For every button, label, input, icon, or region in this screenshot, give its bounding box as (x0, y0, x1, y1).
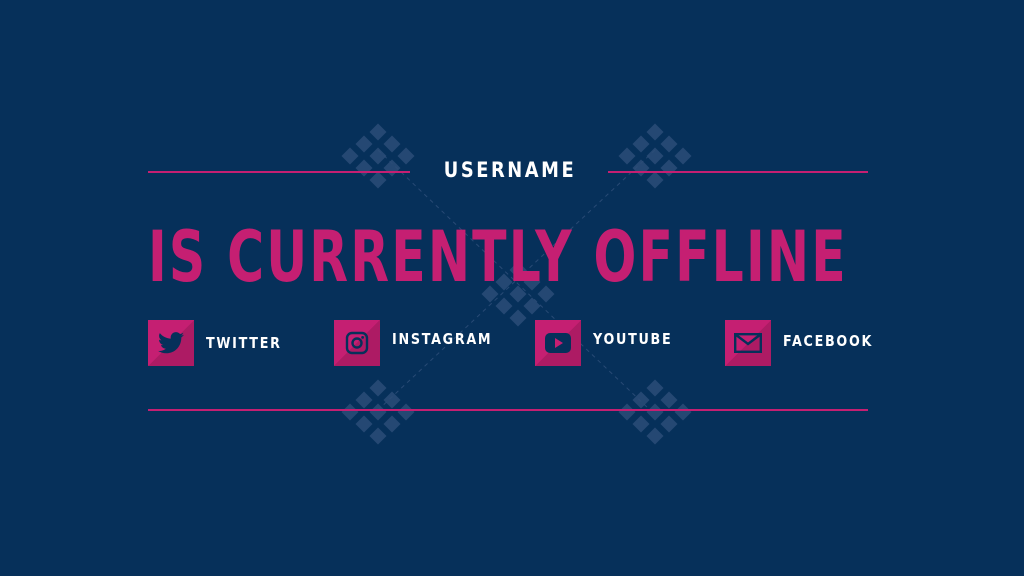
diamond-shape (646, 147, 664, 165)
diamond-shape (632, 415, 650, 433)
youtube-play-icon (535, 320, 581, 366)
diamond-shape (383, 415, 401, 433)
diamond-shape (646, 403, 664, 421)
twitter-bird-icon (148, 320, 194, 366)
diamond-shape (369, 123, 387, 141)
diamond-shape (341, 403, 359, 421)
diamond-shape (355, 159, 373, 177)
diamond-shape (383, 159, 401, 177)
instagram-label: INSTAGRAM (392, 330, 493, 348)
instagram-camera-icon (334, 320, 380, 366)
diamond-shape (660, 135, 678, 153)
facebook-label: FACEBOOK (783, 332, 874, 350)
offline-screen: USERNAME IS CURRENTLY OFFLINE TWITTER IN… (0, 0, 1024, 576)
social-facebook[interactable]: FACEBOOK (725, 320, 889, 366)
diamond-shape (660, 391, 678, 409)
diamond-shape (397, 403, 415, 421)
diamond-shape (369, 147, 387, 165)
social-instagram[interactable]: INSTAGRAM (334, 320, 510, 366)
diamond-shape (369, 171, 387, 189)
username-label: USERNAME (443, 158, 577, 182)
diamond-shape (632, 391, 650, 409)
diamond-shape (341, 147, 359, 165)
offline-headline: IS CURRENTLY OFFLINE (148, 216, 848, 298)
twitter-label: TWITTER (206, 334, 282, 352)
diamond-shape (646, 171, 664, 189)
mail-envelope-icon (725, 320, 771, 366)
diamond-shape (660, 415, 678, 433)
diamond-shape (397, 147, 415, 165)
diamond-shape (646, 379, 664, 397)
top-left-rule (148, 171, 410, 173)
diamond-shape (383, 135, 401, 153)
social-youtube[interactable]: YOUTUBE (535, 320, 686, 366)
diamond-shape (355, 391, 373, 409)
youtube-label: YOUTUBE (593, 330, 673, 348)
diamond-shape (369, 379, 387, 397)
bottom-rule (148, 409, 868, 411)
diamond-shape (646, 123, 664, 141)
diamond-shape (674, 147, 692, 165)
social-twitter[interactable]: TWITTER (148, 320, 295, 366)
diamond-shape (646, 427, 664, 445)
diamond-shape (632, 135, 650, 153)
top-right-rule (608, 171, 868, 173)
diamond-shape (369, 427, 387, 445)
diamond-shape (369, 403, 387, 421)
diamond-shape (355, 135, 373, 153)
diamond-shape (618, 403, 636, 421)
diamond-shape (355, 415, 373, 433)
diamond-shape (618, 147, 636, 165)
diamond-shape (660, 159, 678, 177)
diamond-shape (674, 403, 692, 421)
diamond-shape (509, 309, 527, 327)
diamond-shape (632, 159, 650, 177)
diamond-shape (383, 391, 401, 409)
